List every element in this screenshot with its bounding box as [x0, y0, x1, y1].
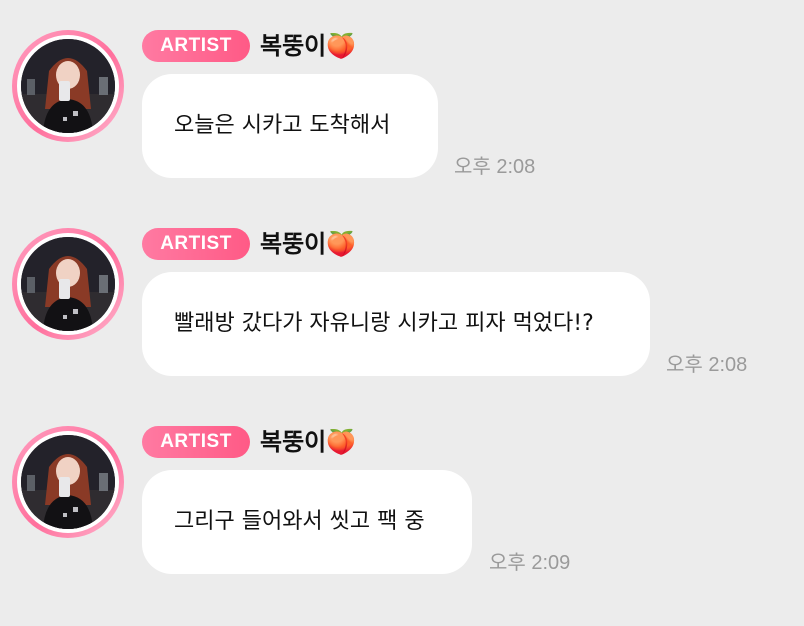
message-bubble[interactable]: 빨래방 갔다가 자유니랑 시카고 피자 먹었다!? [142, 272, 650, 376]
profile-avatar-icon [21, 237, 115, 331]
peach-emoji-icon: 🍑 [326, 32, 357, 60]
artist-badge: ARTIST [142, 426, 250, 458]
peach-emoji-icon: 🍑 [326, 230, 357, 258]
sender-name-text: 복뚱이 [260, 32, 327, 60]
chat-message: ARTIST 복뚱이🍑 오늘은 시카고 도착해서 오후 2:08 [0, 30, 804, 230]
profile-avatar-icon [21, 435, 115, 529]
profile-photo [21, 237, 115, 331]
sender-name-text: 복뚱이 [260, 230, 327, 258]
profile-avatar-icon [21, 39, 115, 133]
message-bubble[interactable]: 그리구 들어와서 씻고 팩 중 [142, 470, 472, 574]
message-timestamp: 오후 2:08 [666, 354, 748, 376]
chat-message: ARTIST 복뚱이🍑 빨래방 갔다가 자유니랑 시카고 피자 먹었다!? 오후… [0, 228, 804, 428]
artist-badge: ARTIST [142, 30, 250, 62]
sender-name[interactable]: 복뚱이🍑 [260, 426, 356, 458]
avatar[interactable] [12, 426, 124, 538]
profile-photo [21, 435, 115, 529]
message-text: 오늘은 시카고 도착해서 [174, 113, 391, 138]
sender-name-text: 복뚱이 [260, 428, 327, 456]
message-bubble[interactable]: 오늘은 시카고 도착해서 [142, 74, 438, 178]
profile-photo [21, 39, 115, 133]
message-text: 빨래방 갔다가 자유니랑 시카고 피자 먹었다!? [174, 311, 594, 336]
artist-badge: ARTIST [142, 228, 250, 260]
sender-name[interactable]: 복뚱이🍑 [260, 228, 356, 260]
message-timestamp: 오후 2:09 [489, 552, 571, 574]
chat-message: ARTIST 복뚱이🍑 그리구 들어와서 씻고 팩 중 오후 2:09 [0, 426, 804, 626]
avatar[interactable] [12, 228, 124, 340]
avatar[interactable] [12, 30, 124, 142]
sender-name[interactable]: 복뚱이🍑 [260, 30, 356, 62]
peach-emoji-icon: 🍑 [326, 428, 357, 456]
message-text: 그리구 들어와서 씻고 팩 중 [174, 509, 425, 534]
message-timestamp: 오후 2:08 [454, 156, 536, 178]
